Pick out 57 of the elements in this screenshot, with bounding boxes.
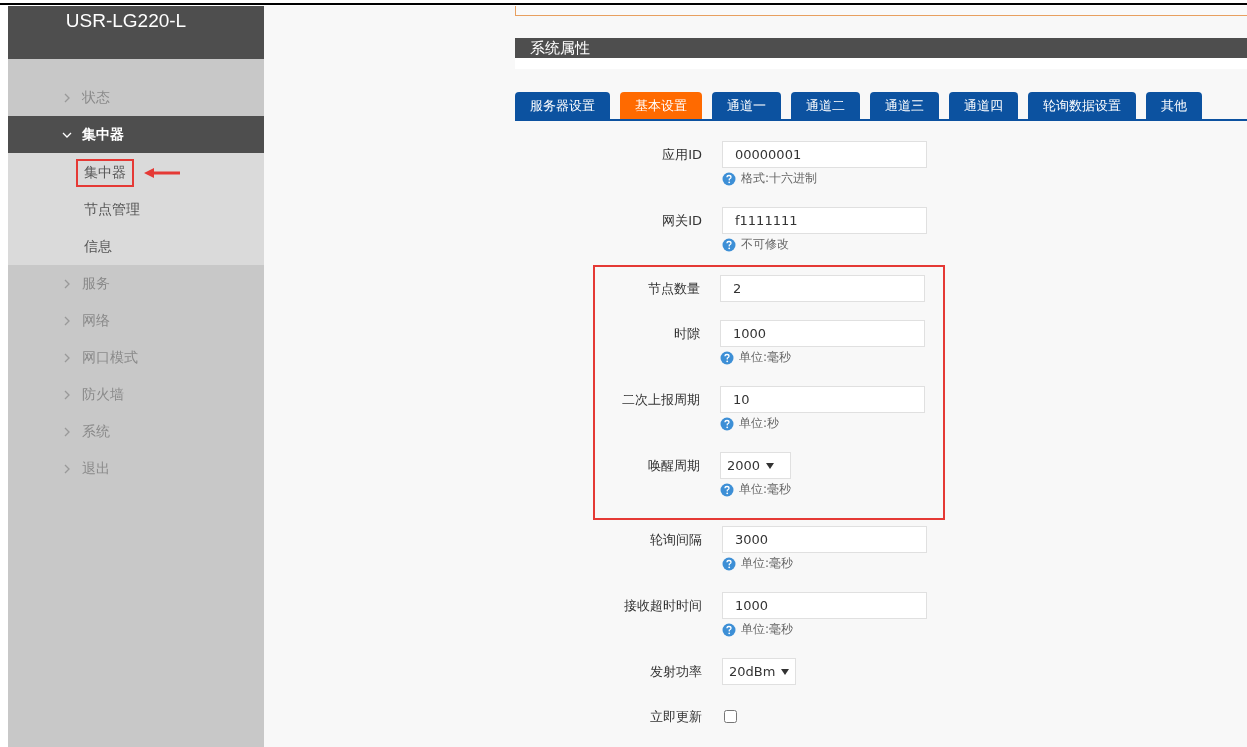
hint-text: 不可修改 (741, 236, 789, 253)
help-icon (722, 622, 736, 637)
field-label: 节点数量 (648, 280, 700, 298)
field-label: 发射功率 (650, 663, 702, 681)
chevron-right-icon (62, 426, 72, 437)
input-field[interactable]: 1000 (720, 320, 925, 347)
chevron-right-icon (62, 278, 72, 289)
select-field[interactable]: 2000 (720, 452, 792, 479)
section-header: 系统属性 (515, 38, 1247, 59)
device-title: USR-LG220-L (65, 10, 187, 32)
chevron-right-icon (62, 92, 72, 103)
chevron-right-icon (62, 315, 72, 326)
caret-icon (781, 668, 790, 675)
tab[interactable]: 轮询数据设置 (1028, 92, 1136, 119)
field-label: 立即更新 (650, 708, 702, 726)
tab[interactable]: 服务器设置 (515, 92, 610, 119)
help-icon (722, 171, 736, 186)
hint-text: 单位:毫秒 (741, 621, 794, 638)
hint-text: 格式:十六进制 (741, 170, 818, 187)
input-field[interactable]: f1111111 (722, 207, 927, 234)
field-label: 应用ID (662, 146, 702, 164)
input-field[interactable]: 2 (720, 275, 925, 302)
field-label: 二次上报周期 (622, 391, 700, 409)
hint-text: 单位:毫秒 (739, 481, 792, 498)
input-field[interactable]: 3000 (722, 526, 927, 553)
help-icon (722, 237, 736, 252)
checkbox[interactable] (724, 710, 737, 723)
tab[interactable]: 通道二 (791, 92, 860, 119)
chevron-right-icon (62, 463, 72, 474)
hint-text: 单位:毫秒 (739, 349, 792, 366)
input-field[interactable]: 1000 (722, 592, 927, 619)
submenu-item[interactable]: 信息 (76, 232, 120, 261)
field-label: 轮询间隔 (650, 531, 702, 549)
caret-icon (766, 462, 775, 469)
tab[interactable]: 通道一 (712, 92, 781, 119)
help-icon (722, 556, 736, 571)
tab[interactable]: 通道三 (870, 92, 939, 119)
help-icon (720, 482, 734, 497)
input-field[interactable]: 00000001 (722, 141, 927, 168)
arrow-icon (144, 167, 180, 178)
hint-text: 单位:秒 (739, 415, 780, 432)
chevron-right-icon (62, 352, 72, 363)
menu-item[interactable]: 集中器 (8, 116, 264, 153)
chevron-right-icon (62, 389, 72, 400)
tab[interactable]: 通道四 (949, 92, 1018, 119)
tab[interactable]: 其他 (1146, 92, 1202, 119)
field-label: 网关ID (662, 212, 702, 230)
help-icon (720, 350, 734, 365)
submenu-item[interactable]: 集中器 (76, 158, 134, 187)
field-label: 唤醒周期 (648, 457, 700, 475)
input-field[interactable]: 10 (720, 386, 925, 413)
help-icon (720, 416, 734, 431)
submenu-item[interactable]: 节点管理 (76, 195, 148, 224)
select-field[interactable]: 20dBm (722, 658, 797, 685)
hint-text: 单位:毫秒 (741, 555, 794, 572)
field-label: 接收超时时间 (624, 597, 702, 615)
field-label: 时隙 (674, 325, 700, 343)
